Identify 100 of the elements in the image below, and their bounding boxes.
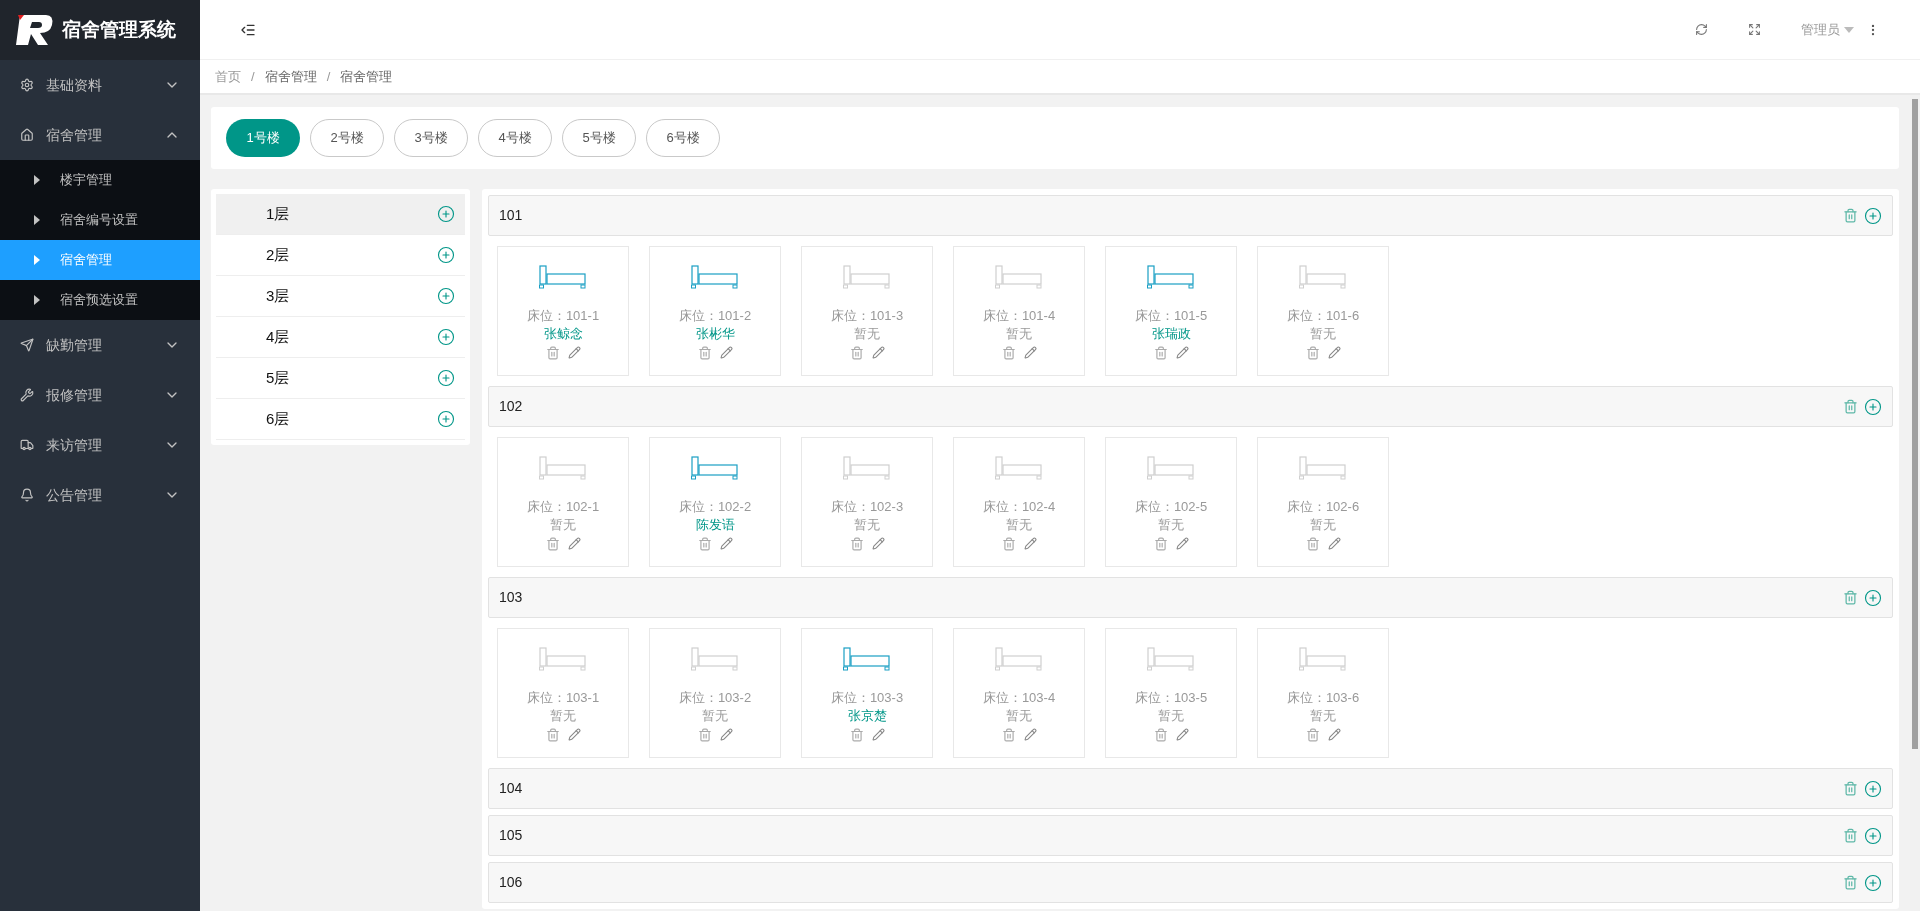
building-tab[interactable]: 6号楼 (646, 119, 720, 157)
add-icon[interactable] (437, 205, 455, 223)
bed-label: 床位：103-1 (526, 689, 600, 707)
menu-item[interactable]: 宿舍管理 (0, 110, 200, 160)
edit-icon[interactable] (1327, 346, 1341, 359)
building-tab[interactable]: 5号楼 (562, 119, 636, 157)
submenu-item[interactable]: 宿舍编号设置 (0, 200, 200, 240)
menu-item[interactable]: 基础资料 (0, 60, 200, 110)
delete-icon[interactable] (1001, 346, 1016, 360)
delete-icon[interactable] (1001, 728, 1016, 742)
caret-icon (34, 255, 40, 265)
delete-icon[interactable] (849, 728, 864, 742)
submenu-item[interactable]: 宿舍预选设置 (0, 280, 200, 320)
delete-icon[interactable] (1305, 728, 1320, 742)
building-tab[interactable]: 3号楼 (394, 119, 468, 157)
edit-icon[interactable] (719, 537, 733, 550)
room-header[interactable]: 104 (488, 768, 1893, 809)
add-icon[interactable] (1864, 206, 1882, 225)
delete-icon[interactable] (1153, 346, 1168, 360)
occupant-name: 张彬华 (695, 325, 735, 343)
add-icon[interactable] (437, 328, 455, 346)
edit-icon[interactable] (719, 346, 733, 359)
delete-icon[interactable] (1305, 537, 1320, 551)
fullscreen-icon[interactable] (1748, 23, 1761, 36)
room-header[interactable]: 105 (488, 815, 1893, 856)
edit-icon[interactable] (1023, 346, 1037, 359)
delete-icon[interactable] (1843, 875, 1858, 890)
edit-icon[interactable] (567, 728, 581, 741)
occupant-name: 暂无 (1158, 707, 1184, 725)
refresh-icon[interactable] (1695, 23, 1708, 36)
building-tab[interactable]: 1号楼 (226, 119, 300, 157)
delete-icon[interactable] (1843, 208, 1858, 223)
bed-icon (1147, 647, 1195, 671)
breadcrumb-link[interactable]: 宿舍管理 (264, 66, 317, 87)
edit-icon[interactable] (1175, 537, 1189, 550)
delete-icon[interactable] (545, 537, 560, 551)
delete-icon[interactable] (849, 346, 864, 360)
add-icon[interactable] (1864, 588, 1882, 607)
bed-icon (995, 265, 1043, 289)
bed-icon (1299, 456, 1347, 480)
bed-label: 床位：101-5 (1134, 307, 1208, 325)
add-icon[interactable] (1864, 826, 1882, 845)
add-icon[interactable] (437, 246, 455, 264)
delete-icon[interactable] (697, 346, 712, 360)
delete-icon[interactable] (697, 728, 712, 742)
edit-icon[interactable] (871, 346, 885, 359)
bed-label: 床位：102-5 (1134, 498, 1208, 516)
edit-icon[interactable] (1327, 537, 1341, 550)
menu-icon (20, 78, 34, 92)
breadcrumb-link[interactable]: 宿舍管理 (340, 66, 393, 87)
edit-icon[interactable] (1023, 537, 1037, 550)
edit-icon[interactable] (719, 728, 733, 741)
delete-icon[interactable] (1843, 399, 1858, 414)
delete-icon[interactable] (545, 728, 560, 742)
edit-icon[interactable] (871, 728, 885, 741)
bed-icon (539, 456, 587, 480)
edit-icon[interactable] (567, 346, 581, 359)
bed-label: 床位：102-3 (830, 498, 904, 516)
edit-icon[interactable] (1327, 728, 1341, 741)
building-tab[interactable]: 2号楼 (310, 119, 384, 157)
bed-icon (995, 647, 1043, 671)
menu-item[interactable]: 报修管理 (0, 370, 200, 420)
add-icon[interactable] (437, 410, 455, 428)
bed-label: 床位：103-3 (830, 689, 904, 707)
delete-icon[interactable] (849, 537, 864, 551)
delete-icon[interactable] (1001, 537, 1016, 551)
menu-item[interactable]: 缺勤管理 (0, 320, 200, 370)
bed-label: 床位：101-2 (678, 307, 752, 325)
delete-icon[interactable] (697, 537, 712, 551)
delete-icon[interactable] (1843, 590, 1858, 605)
menu-item[interactable]: 来访管理 (0, 420, 200, 470)
room-header[interactable]: 103 (488, 577, 1893, 618)
edit-icon[interactable] (1175, 346, 1189, 359)
room-header[interactable]: 102 (488, 386, 1893, 427)
delete-icon[interactable] (545, 346, 560, 360)
menu-icon (20, 338, 34, 352)
building-tab[interactable]: 4号楼 (478, 119, 552, 157)
menu-item[interactable]: 公告管理 (0, 470, 200, 520)
floor-item[interactable]: 1层 (216, 194, 465, 235)
edit-icon[interactable] (871, 537, 885, 550)
submenu-item[interactable]: 楼宇管理 (0, 160, 200, 200)
room-header[interactable]: 101 (488, 195, 1893, 236)
add-icon[interactable] (437, 287, 455, 305)
add-icon[interactable] (1864, 397, 1882, 416)
delete-icon[interactable] (1305, 346, 1320, 360)
add-icon[interactable] (1864, 779, 1882, 798)
occupant-name: 暂无 (1006, 325, 1032, 343)
edit-icon[interactable] (1175, 728, 1189, 741)
delete-icon[interactable] (1153, 537, 1168, 551)
delete-icon[interactable] (1843, 828, 1858, 843)
add-icon[interactable] (1864, 873, 1882, 892)
edit-icon[interactable] (1023, 728, 1037, 741)
occupant-name: 陈发语 (695, 516, 735, 534)
room-header[interactable]: 106 (488, 862, 1893, 903)
add-icon[interactable] (437, 369, 455, 387)
bed-label: 床位：102-2 (678, 498, 752, 516)
edit-icon[interactable] (567, 537, 581, 550)
delete-icon[interactable] (1153, 728, 1168, 742)
occupant-name: 暂无 (1310, 325, 1336, 343)
delete-icon[interactable] (1843, 781, 1858, 796)
